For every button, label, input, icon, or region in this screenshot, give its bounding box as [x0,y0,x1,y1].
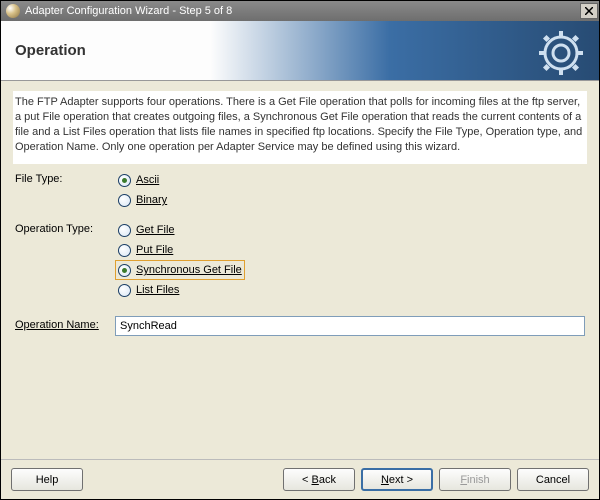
radio-put-file[interactable]: Put File [115,240,245,260]
operation-type-label: Operation Type: [15,220,115,235]
operation-type-row: Operation Type: Get File Put File Synchr… [15,220,585,300]
radio-icon [118,284,131,297]
radio-ascii-label: Ascii [136,174,159,186]
app-icon [6,4,20,18]
radio-listfiles-label: List Files [136,284,179,296]
back-button[interactable]: < Back [283,468,355,491]
file-type-label: File Type: [15,170,115,185]
titlebar: Adapter Configuration Wizard - Step 5 of… [1,1,599,21]
operation-name-row: Operation Name: [15,316,585,336]
radio-binary-label: Binary [136,194,167,206]
close-icon[interactable] [580,3,598,19]
radio-getfile-label: Get File [136,224,175,236]
content-area: The FTP Adapter supports four operations… [1,81,599,459]
button-bar: Help < Back Next > Finish Cancel [1,459,599,499]
radio-ascii[interactable]: Ascii [115,170,170,190]
instructions-text: The FTP Adapter supports four operations… [13,91,587,164]
radio-icon [118,194,131,207]
operation-name-input[interactable] [115,316,585,336]
radio-putfile-label: Put File [136,244,173,256]
radio-get-file[interactable]: Get File [115,220,245,240]
radio-icon [118,224,131,237]
radio-icon [118,244,131,257]
file-type-row: File Type: Ascii Binary [15,170,585,210]
form: File Type: Ascii Binary Operation Type: [13,164,587,346]
radio-binary[interactable]: Binary [115,190,170,210]
radio-list-files[interactable]: List Files [115,280,245,300]
banner: Operation [1,21,599,81]
gear-icon [537,29,585,80]
next-button[interactable]: Next > [361,468,433,491]
radio-icon [118,264,131,277]
window-title: Adapter Configuration Wizard - Step 5 of… [25,5,580,17]
wizard-window: Adapter Configuration Wizard - Step 5 of… [0,0,600,500]
page-title: Operation [15,42,86,59]
finish-button: Finish [439,468,511,491]
radio-sync-get-file[interactable]: Synchronous Get File [115,260,245,280]
radio-icon [118,174,131,187]
help-button[interactable]: Help [11,468,83,491]
operation-name-label: Operation Name: [15,316,115,331]
cancel-button[interactable]: Cancel [517,468,589,491]
radio-syncgetfile-label: Synchronous Get File [136,264,242,276]
